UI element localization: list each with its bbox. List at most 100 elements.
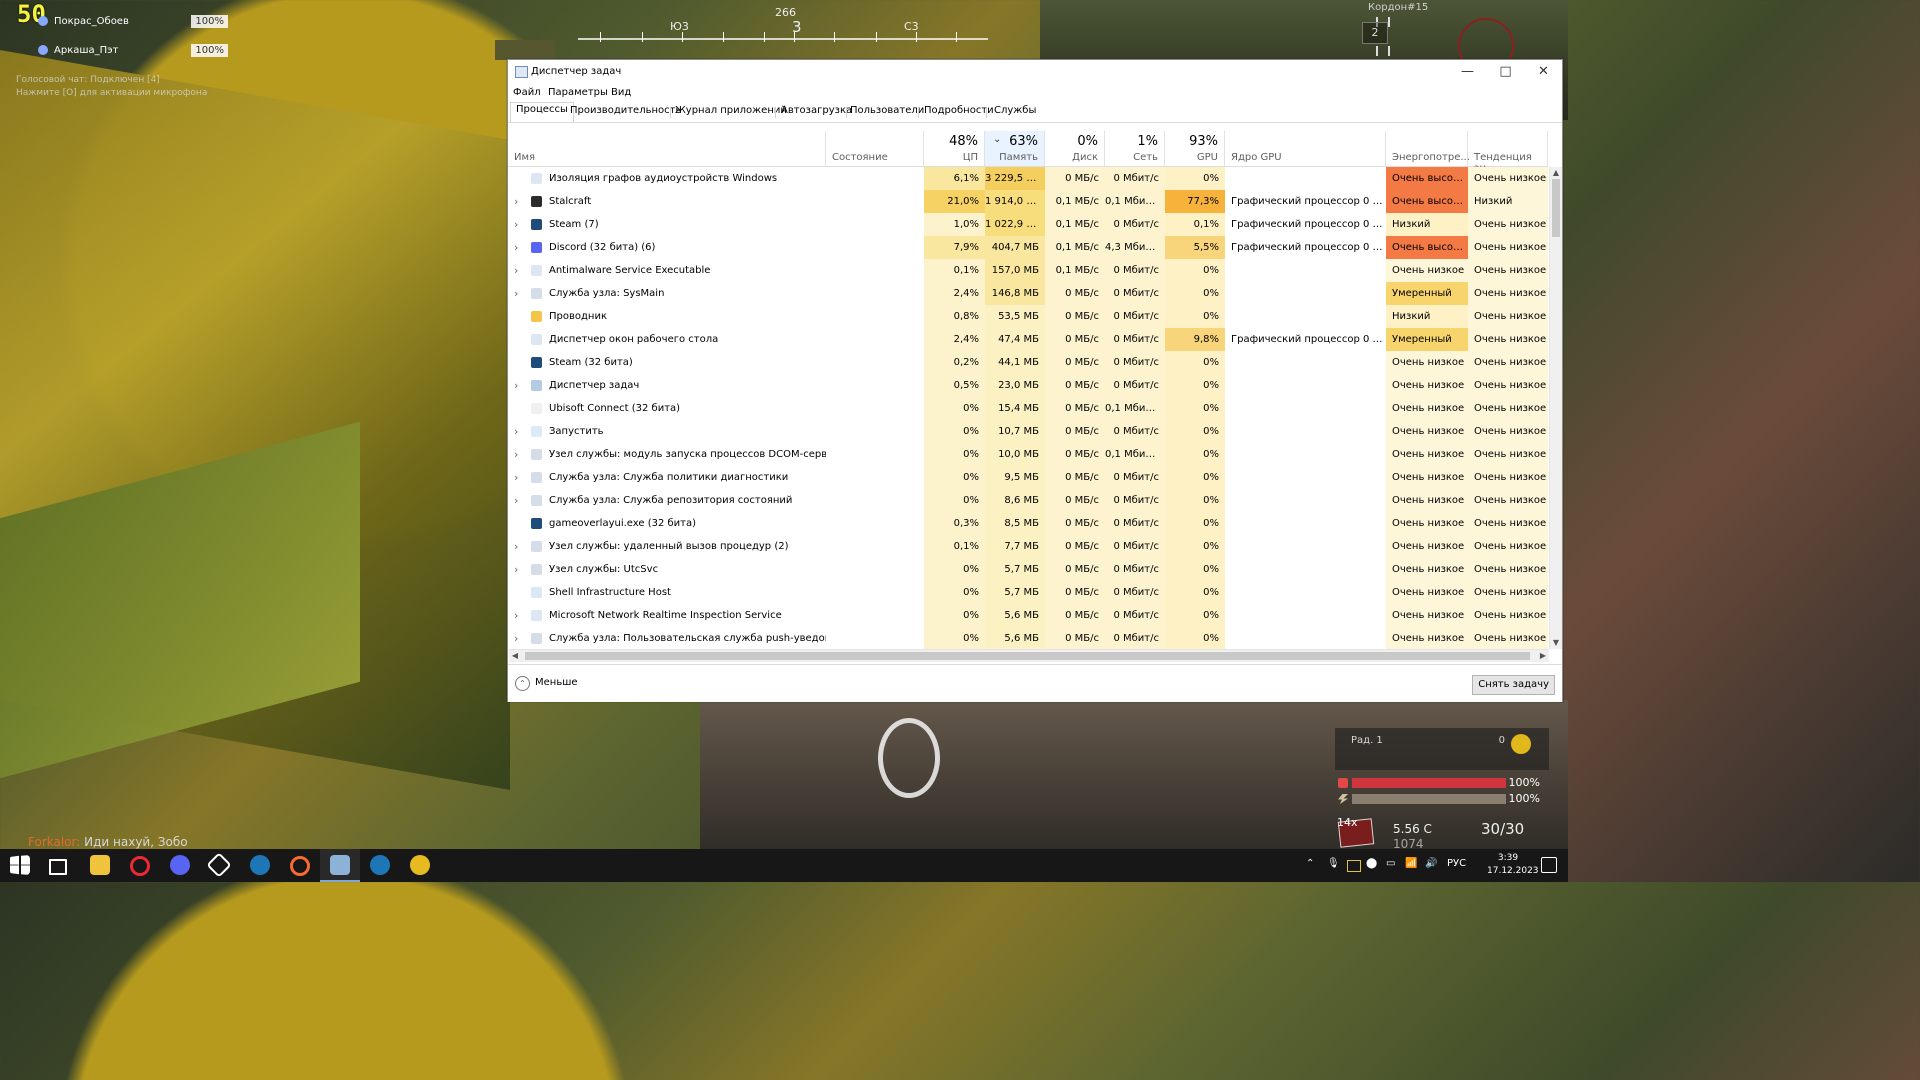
tab-users[interactable]: Пользователи: [845, 104, 929, 122]
table-row[interactable]: › Диспетчер задач 0,5% 23,0 МБ 0 МБ/с 0 Мбит/…: [508, 374, 1548, 397]
task-view-icon[interactable]: [49, 859, 67, 875]
scroll-left-icon[interactable]: ◀: [510, 650, 520, 662]
col-gpu-header[interactable]: 93% GPU: [1165, 131, 1225, 166]
process-name-cell[interactable]: Shell Infrastructure Host: [508, 581, 826, 604]
process-name-cell[interactable]: › Служба узла: SysMain: [508, 282, 826, 305]
menu-file[interactable]: Файл: [513, 87, 541, 98]
process-name-cell[interactable]: › Discord (32 бита) (6): [508, 236, 826, 259]
process-name-cell[interactable]: › Служба узла: Пользовательская служба pu…: [508, 627, 826, 649]
table-row[interactable]: Shell Infrastructure Host 0% 5,7 МБ 0 МБ/с 0…: [508, 581, 1548, 604]
table-row[interactable]: Изоляция графов аудиоустройств Windows 6,…: [508, 167, 1548, 190]
table-row[interactable]: › Служба узла: Пользовательская служба pu…: [508, 627, 1548, 649]
chevron-up-icon[interactable]: ⌃: [515, 676, 530, 691]
tab-app-history[interactable]: Журнал приложений: [670, 104, 792, 122]
process-name-cell[interactable]: › Узел службы: удаленный вызов процедур (…: [508, 535, 826, 558]
wifi-icon[interactable]: 📶: [1405, 858, 1417, 869]
menu-options[interactable]: Параметры: [548, 87, 608, 98]
table-row[interactable]: › Antimalware Service Executable 0,1% 157,0…: [508, 259, 1548, 282]
expand-chevron-icon[interactable]: ›: [514, 213, 524, 236]
expand-chevron-icon[interactable]: ›: [514, 443, 524, 466]
steam-icon[interactable]: [370, 855, 390, 875]
start-icon[interactable]: [10, 855, 30, 875]
expand-chevron-icon[interactable]: ›: [514, 558, 524, 581]
clock[interactable]: 3:39 17.12.2023: [1487, 852, 1539, 878]
table-row[interactable]: Ubisoft Connect (32 бита) 0% 15,4 МБ 0 МБ/с…: [508, 397, 1548, 420]
expand-chevron-icon[interactable]: ›: [514, 374, 524, 397]
menu-view[interactable]: Вид: [611, 87, 631, 98]
table-row[interactable]: Steam (32 бита) 0,2% 44,1 МБ 0 МБ/с 0 Мбит/с…: [508, 351, 1548, 374]
taskmanager-icon[interactable]: [330, 855, 350, 875]
table-row[interactable]: › Узел службы: удаленный вызов процедур (…: [508, 535, 1548, 558]
table-row[interactable]: › Microsoft Network Realtime Inspection S…: [508, 604, 1548, 627]
col-gpu-engine-header[interactable]: Ядро GPU: [1225, 131, 1386, 166]
microphone-icon[interactable]: 🎙: [1327, 858, 1340, 869]
horizontal-scroll-thumb[interactable]: [525, 652, 1530, 660]
process-name-cell[interactable]: › Stalcraft: [508, 190, 826, 213]
table-row[interactable]: gameoverlayui.exe (32 бита) 0,3% 8,5 МБ 0 М…: [508, 512, 1548, 535]
minimize-button[interactable]: —: [1449, 60, 1486, 84]
fewer-details-link[interactable]: Меньше: [535, 677, 578, 688]
volume-icon[interactable]: 🔊: [1425, 858, 1437, 869]
expand-chevron-icon[interactable]: ›: [514, 489, 524, 512]
origin-icon[interactable]: [290, 856, 310, 876]
table-row[interactable]: › Запустить 0% 10,7 МБ 0 МБ/с 0 Мбит/с 0% Очень…: [508, 420, 1548, 443]
process-name-cell[interactable]: › Узел службы: UtcSvc: [508, 558, 826, 581]
expand-chevron-icon[interactable]: ›: [514, 466, 524, 489]
expand-chevron-icon[interactable]: ›: [514, 604, 524, 627]
expand-chevron-icon[interactable]: ›: [514, 259, 524, 282]
col-disk-header[interactable]: 0% Диск: [1045, 131, 1105, 166]
vertical-scrollbar[interactable]: ▲ ▼: [1549, 167, 1562, 649]
battery-icon[interactable]: ▭: [1386, 858, 1395, 869]
process-name-cell[interactable]: › Microsoft Network Realtime Inspection S…: [508, 604, 826, 627]
col-trend-header[interactable]: Тенденция эн...: [1468, 131, 1548, 174]
process-name-cell[interactable]: › Служба узла: Служба репозитория состоян…: [508, 489, 826, 512]
discord-icon[interactable]: [170, 855, 190, 875]
table-row[interactable]: Диспетчер окон рабочего стола 2,4% 47,4 МБ…: [508, 328, 1548, 351]
close-button[interactable]: ✕: [1525, 60, 1562, 84]
title-bar[interactable]: Диспетчер задач — □ ✕: [508, 60, 1562, 84]
table-row[interactable]: › Stalcraft 21,0% 1 914,0 МБ 0,1 МБ/с 0,1 Мби…: [508, 190, 1548, 213]
col-cpu-header[interactable]: 48% ЦП: [924, 131, 985, 166]
process-name-cell[interactable]: Изоляция графов аудиоустройств Windows: [508, 167, 826, 190]
app-tray-icon[interactable]: [1347, 860, 1361, 872]
col-power-header[interactable]: Энергопотре...: [1386, 131, 1470, 166]
expand-chevron-icon[interactable]: ›: [514, 627, 524, 649]
table-row[interactable]: › Steam (7) 1,0% 1 022,9 МБ 0,1 МБ/с 0 Мбит/с…: [508, 213, 1548, 236]
tab-services[interactable]: Службы: [989, 104, 1041, 122]
process-name-cell[interactable]: Steam (32 бита): [508, 351, 826, 374]
explorer-icon[interactable]: [90, 855, 110, 875]
expand-chevron-icon[interactable]: ›: [514, 535, 524, 558]
process-name-cell[interactable]: › Antimalware Service Executable: [508, 259, 826, 282]
tab-performance[interactable]: Производительность: [565, 104, 686, 122]
process-name-cell[interactable]: › Служба узла: Служба политики диагностик…: [508, 466, 826, 489]
maximize-button[interactable]: □: [1487, 60, 1524, 84]
expand-chevron-icon[interactable]: ›: [514, 236, 524, 259]
process-name-cell[interactable]: › Узел службы: модуль запуска процессов D…: [508, 443, 826, 466]
table-row[interactable]: Проводник 0,8% 53,5 МБ 0 МБ/с 0 Мбит/с 0% Низк…: [508, 305, 1548, 328]
process-name-cell[interactable]: Проводник: [508, 305, 826, 328]
scroll-right-icon[interactable]: ▶: [1538, 650, 1548, 662]
opera-icon[interactable]: [130, 856, 150, 876]
process-name-cell[interactable]: › Steam (7): [508, 213, 826, 236]
stalcraft-icon[interactable]: [410, 855, 430, 875]
show-hidden-icons-icon[interactable]: ⌃: [1306, 858, 1314, 869]
table-row[interactable]: › Discord (32 бита) (6) 7,9% 404,7 МБ 0,1 МБ…: [508, 236, 1548, 259]
launcher-icon[interactable]: [206, 852, 232, 878]
scroll-down-icon[interactable]: ▼: [1550, 637, 1562, 649]
expand-chevron-icon[interactable]: ›: [514, 190, 524, 213]
table-row[interactable]: › Узел службы: UtcSvc 0% 5,7 МБ 0 МБ/с 0 Мбит…: [508, 558, 1548, 581]
col-network-header[interactable]: 1% Сеть: [1105, 131, 1165, 166]
col-state-header[interactable]: Состояние: [826, 131, 924, 166]
process-name-cell[interactable]: Диспетчер окон рабочего стола: [508, 328, 826, 351]
process-name-cell[interactable]: › Диспетчер задач: [508, 374, 826, 397]
steam-tray-icon[interactable]: ⬤: [1366, 858, 1377, 869]
scroll-up-icon[interactable]: ▲: [1550, 167, 1562, 179]
table-row[interactable]: › Служба узла: Служба политики диагностик…: [508, 466, 1548, 489]
expand-chevron-icon[interactable]: ›: [514, 420, 524, 443]
col-memory-header[interactable]: ⌄ 63% Память: [985, 131, 1045, 166]
steam-icon[interactable]: [250, 855, 270, 875]
end-task-button[interactable]: Снять задачу: [1472, 675, 1555, 695]
table-row[interactable]: › Служба узла: Служба репозитория состоян…: [508, 489, 1548, 512]
table-row[interactable]: › Служба узла: SysMain 2,4% 146,8 МБ 0 МБ/с 0…: [508, 282, 1548, 305]
vertical-scroll-thumb[interactable]: [1552, 179, 1560, 237]
